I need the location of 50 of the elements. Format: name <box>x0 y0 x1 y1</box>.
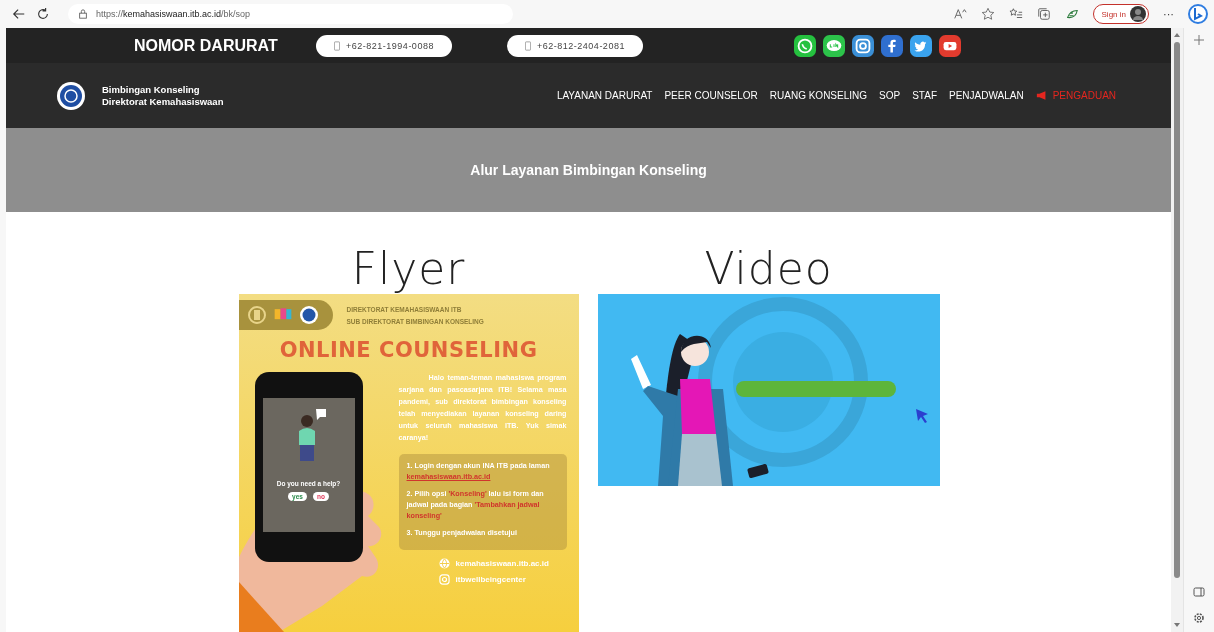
sidebar-panel-icon[interactable] <box>1193 586 1205 598</box>
contact-text: kemahasiswaan.itb.ac.id <box>455 559 549 568</box>
phone-icon <box>334 40 341 51</box>
brand-name[interactable]: Bimbingan Konseling <box>102 83 224 96</box>
phone-icon <box>525 40 532 51</box>
copilot-icon[interactable] <box>1188 4 1208 24</box>
contact-text: itbwellbeingcenter <box>455 575 526 584</box>
facebook-icon[interactable] <box>881 34 903 57</box>
scroll-down-icon[interactable] <box>1173 622 1181 628</box>
back-icon[interactable] <box>12 7 26 21</box>
twitter-icon[interactable] <box>910 34 932 57</box>
phone-number-button[interactable]: +62-812-2404-2081 <box>507 34 643 57</box>
university-logo-icon[interactable] <box>56 80 86 111</box>
nav-link[interactable]: STAF <box>912 90 937 102</box>
address-bar[interactable]: https://kemahasiswaan.itb.ac.id/bk/sop <box>68 4 513 24</box>
scrollbar[interactable] <box>1171 28 1183 632</box>
section-heading: Video <box>704 244 833 294</box>
lock-icon <box>78 9 88 19</box>
youtube-icon[interactable] <box>939 34 961 57</box>
seal-icon <box>298 305 319 325</box>
nav-link[interactable]: SOP <box>879 90 901 102</box>
nav-link[interactable]: PENJADWALAN <box>949 90 1024 102</box>
add-icon[interactable] <box>1193 34 1205 46</box>
banner-title: Alur Layanan Bimbingan Konseling <box>470 162 707 178</box>
scroll-up-icon[interactable] <box>1173 32 1181 38</box>
whatsapp-icon[interactable] <box>794 34 816 57</box>
refresh-icon[interactable] <box>36 7 50 21</box>
url-text: https://kemahasiswaan.itb.ac.id/bk/sop <box>96 9 251 19</box>
brand-name[interactable]: Direktorat Kemahasiswaan <box>102 95 224 108</box>
crest-icon <box>246 305 267 325</box>
flyer-title: ONLINE COUNSELING <box>278 338 539 362</box>
phone-number-button[interactable]: +62-821-1994-0088 <box>316 34 452 57</box>
globe-icon <box>438 558 450 569</box>
more-button[interactable]: ··· <box>1163 8 1174 20</box>
avatar-icon <box>1130 6 1146 22</box>
scrollbar-thumb[interactable] <box>1174 42 1180 578</box>
star-icon[interactable] <box>980 7 995 21</box>
nav-link[interactable]: RUANG KONSELING <box>769 90 868 102</box>
sign-in-button[interactable]: Sign in <box>1092 4 1149 24</box>
emergency-title: NOMOR DARURAT <box>134 36 279 55</box>
nav-link[interactable]: LAYANAN DARURAT <box>556 90 653 102</box>
favorites-icon[interactable] <box>1008 7 1023 21</box>
megaphone-icon <box>1035 91 1048 101</box>
instagram-icon[interactable] <box>852 34 874 57</box>
nav-link[interactable]: PEER COUNSELOR <box>664 90 758 102</box>
read-aloud-icon[interactable] <box>952 7 967 21</box>
section-heading: Flyer <box>351 244 466 294</box>
settings-icon[interactable] <box>1193 612 1205 624</box>
instagram-icon <box>438 574 450 585</box>
collections-icon[interactable] <box>1036 7 1051 21</box>
